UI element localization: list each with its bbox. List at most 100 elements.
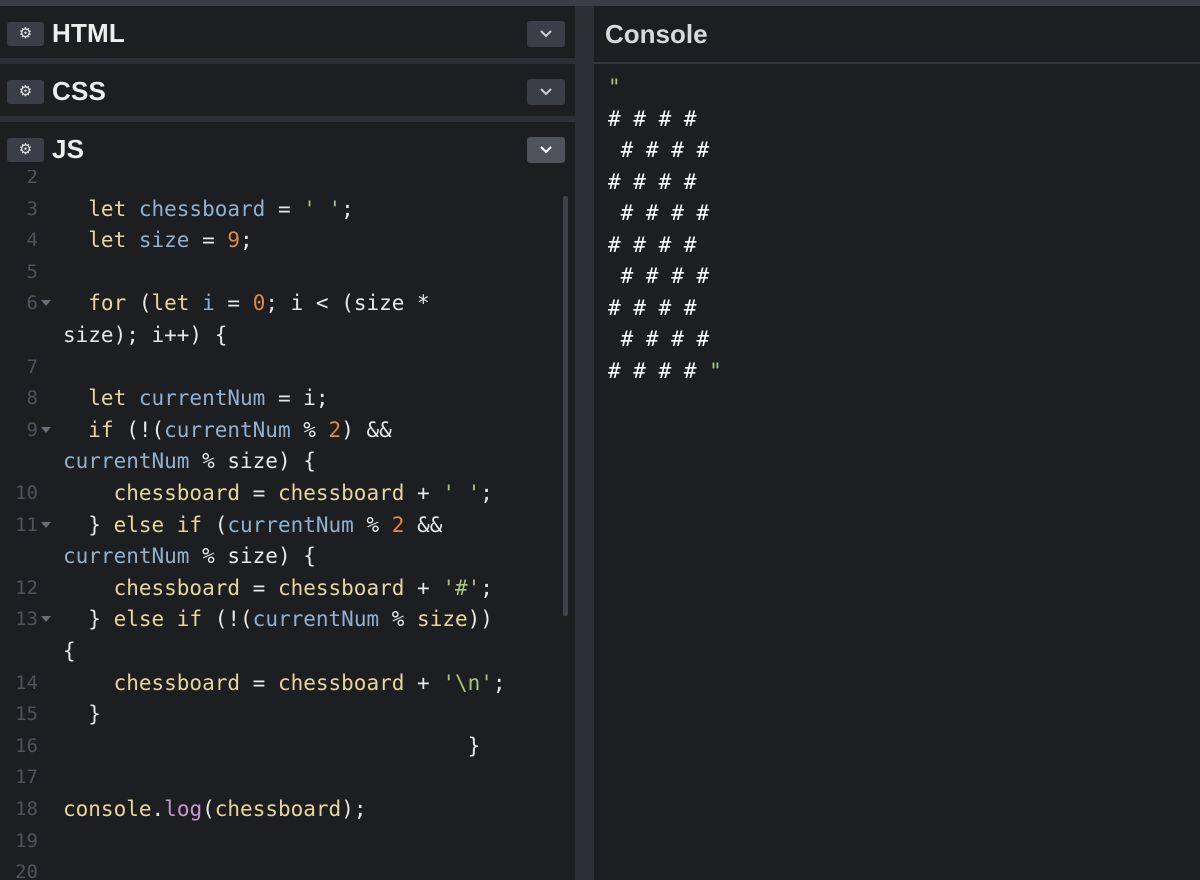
fold-arrow-icon[interactable] (41, 300, 51, 307)
code-text: size); i++) { (63, 319, 227, 351)
code-token: let (63, 228, 139, 253)
code-token: ; (480, 481, 493, 505)
js-panel-header[interactable]: ⚙ JS (0, 122, 575, 176)
gear-icon[interactable]: ⚙ (7, 80, 44, 104)
js-panel-title: JS (52, 134, 85, 164)
line-number: 20 (15, 861, 38, 880)
code-text: } else if (currentNum % 2 && (63, 509, 442, 541)
line-number: 12 (15, 576, 38, 599)
line-number: 17 (15, 766, 38, 789)
code-token: currentNum (138, 386, 266, 411)
code-token: else if (113, 512, 215, 537)
code-line[interactable]: size); i++) { (0, 319, 560, 351)
code-token: chessboard (63, 481, 241, 505)
code-text: if (!(currentNum % 2) && (63, 414, 392, 446)
code-token: chessboard (277, 670, 405, 695)
code-token: i (202, 291, 215, 316)
code-token: ' ' (303, 196, 342, 221)
code-token: + (404, 575, 443, 600)
code-token: ); (341, 797, 367, 821)
fold-arrow-icon[interactable] (41, 521, 51, 528)
js-collapse-button[interactable] (527, 137, 565, 163)
code-line[interactable]: 19 (0, 825, 560, 857)
code-line[interactable]: 4 let size = 9; (0, 224, 560, 256)
line-number: 19 (15, 829, 38, 852)
code-token: let (151, 291, 203, 316)
code-token: )) (467, 607, 493, 632)
fold-arrow-icon[interactable] (41, 616, 51, 623)
code-text: currentNum % size) { (63, 445, 316, 477)
code-line[interactable]: 20 (0, 856, 560, 880)
line-number: 6 (26, 292, 38, 315)
code-line[interactable]: 2 (0, 170, 560, 193)
code-line[interactable]: 14 chessboard = chessboard + '\n'; (0, 667, 560, 699)
css-panel-header[interactable]: ⚙ CSS (0, 64, 575, 118)
code-token: { (63, 639, 76, 663)
chevron-down-icon (540, 30, 552, 38)
code-line[interactable]: 10 chessboard = chessboard + ' '; (0, 477, 560, 509)
code-token: ; i < (size * (265, 291, 430, 316)
code-token: chessboard (277, 481, 405, 505)
code-token: ; (341, 196, 354, 221)
code-token: chessboard (63, 575, 241, 600)
line-number: 4 (26, 229, 38, 252)
code-line[interactable]: 11 } else if (currentNum % 2 && (0, 509, 560, 541)
code-token: 2 (391, 512, 405, 537)
code-token: } (63, 702, 101, 727)
gear-icon[interactable]: ⚙ (7, 22, 44, 46)
code-token: = (240, 575, 278, 600)
console-output-line: # # # # (608, 169, 697, 194)
console-output-line: # # # # (608, 106, 697, 131)
code-token: (!( (126, 417, 165, 442)
code-token: } (63, 512, 114, 537)
code-line[interactable]: 12 chessboard = chessboard + '#'; (0, 572, 560, 604)
code-line[interactable]: 8 let currentNum = i; (0, 382, 560, 414)
code-token: ; (492, 670, 506, 695)
code-line[interactable]: 7 (0, 351, 560, 383)
line-number: 11 (15, 513, 38, 536)
code-token: for (63, 291, 139, 316)
html-collapse-button[interactable] (527, 21, 565, 47)
code-line[interactable]: 3 let chessboard = ' '; (0, 193, 560, 225)
html-panel-header[interactable]: ⚙ HTML (0, 6, 575, 60)
code-token: 2 (328, 417, 342, 442)
code-token: size); i++) { (63, 323, 228, 347)
console-title: Console (605, 19, 708, 49)
code-token: + (404, 670, 443, 695)
code-token: currentNum (227, 512, 354, 537)
code-line[interactable]: 15 } (0, 698, 560, 730)
console-output-line: # # # # (608, 232, 697, 257)
js-code-editor[interactable]: 2 3 let chessboard = ' '; 4 let size = 9; 5… (0, 170, 575, 880)
code-token: = (189, 228, 228, 253)
code-token: ) && (341, 417, 392, 442)
code-line[interactable]: 9 if (!(currentNum % 2) && (0, 414, 560, 446)
console-open-quote: " (608, 75, 621, 99)
console-output-line: # # # # (608, 264, 710, 288)
code-token: ; (240, 228, 253, 253)
fold-arrow-icon[interactable] (41, 426, 51, 433)
code-token: . (151, 797, 165, 821)
code-line[interactable]: 13 } else if (!(currentNum % size)) (0, 603, 560, 635)
css-collapse-button[interactable] (527, 79, 565, 105)
code-line[interactable]: currentNum % size) { (0, 540, 560, 572)
editor-column: ⚙ HTML ⚙ CSS ⚙ JS 2 3 let chessboard = ' … (0, 6, 575, 880)
chevron-down-icon (540, 146, 552, 154)
line-number: 2 (26, 170, 38, 188)
code-line[interactable]: { (0, 635, 560, 667)
gear-icon[interactable]: ⚙ (7, 138, 44, 162)
pane-resizer[interactable] (575, 6, 594, 880)
code-token: chessboard (214, 797, 342, 821)
code-token: % (379, 607, 418, 632)
line-number: 13 (15, 608, 38, 631)
code-text: console.log(chessboard); (63, 793, 367, 825)
code-line[interactable]: 16 } (0, 730, 560, 762)
code-token: = (240, 670, 278, 695)
editor-scrollbar[interactable] (563, 196, 568, 616)
code-line[interactable]: currentNum % size) { (0, 445, 560, 477)
code-line[interactable]: 5 (0, 256, 560, 288)
code-line[interactable]: 6 for (let i = 0; i < (size * (0, 287, 560, 319)
code-token: size (138, 228, 190, 253)
code-line[interactable]: 18 console.log(chessboard); (0, 793, 560, 825)
console-output-line: # # # # (608, 295, 697, 320)
code-line[interactable]: 17 (0, 761, 560, 793)
